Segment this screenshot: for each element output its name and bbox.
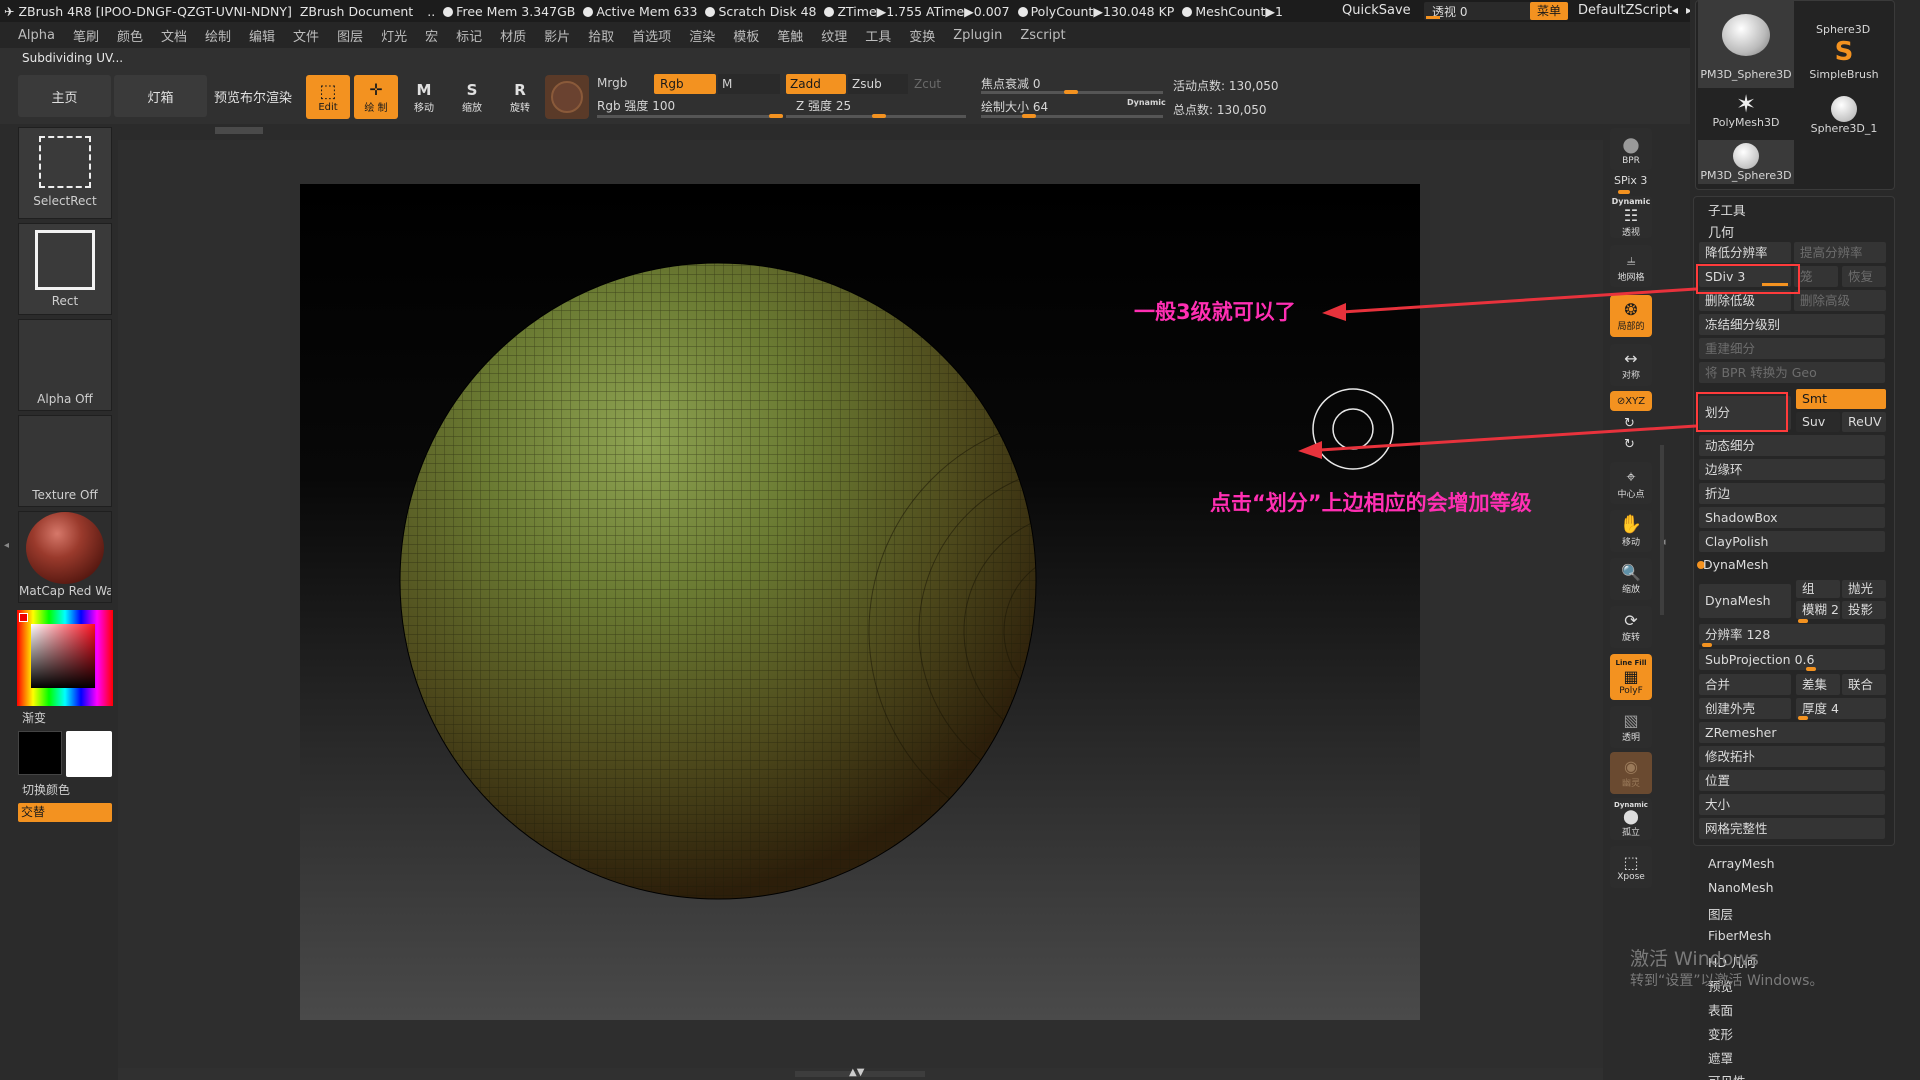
annotation-sdiv-note: 一般3级就可以了 bbox=[1134, 300, 1296, 324]
zbrush-window: ✈ ZBrush 4R8 [IPOO-DNGF-QZGT-UVNI-NDNY] … bbox=[0, 0, 1920, 1080]
annotation-arrows bbox=[1298, 287, 1697, 459]
annotation-divide-note: 点击“划分”上边相应的会增加等级 bbox=[1210, 491, 1532, 515]
